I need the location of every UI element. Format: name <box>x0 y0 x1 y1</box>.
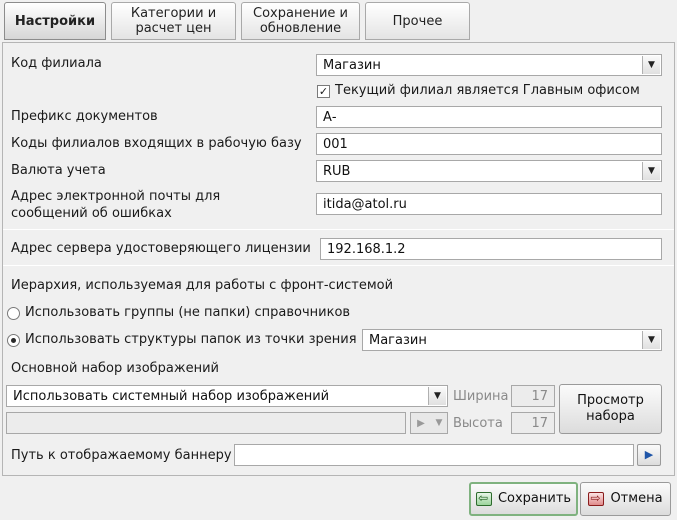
tab-label: Категории и расчет цен <box>130 6 217 36</box>
divider <box>3 229 674 230</box>
incoming-codes-value: 001 <box>323 136 348 152</box>
tab-other[interactable]: Прочее <box>365 2 470 40</box>
save-icon <box>475 490 492 506</box>
divider <box>3 265 674 266</box>
folders-view-select[interactable]: Магазин ▼ <box>362 329 662 351</box>
cancel-button[interactable]: Отмена <box>580 482 671 516</box>
branch-code-select[interactable]: Магазин ▼ <box>316 54 662 76</box>
doc-prefix-label: Префикс документов <box>11 109 158 124</box>
license-server-value: 192.168.1.2 <box>327 241 406 257</box>
currency-value: RUB <box>323 163 351 179</box>
radio-use-groups[interactable] <box>7 307 20 320</box>
save-button[interactable]: Сохранить <box>469 482 578 516</box>
play-arrow-icon: ▶ <box>417 417 425 429</box>
chevron-down-icon[interactable]: ▼ <box>428 387 446 405</box>
save-button-label: Сохранить <box>497 491 572 506</box>
currency-label: Валюта учета <box>11 163 106 178</box>
cancel-button-label: Отмена <box>610 491 663 506</box>
incoming-codes-label: Коды филиалов входящих в рабочую базу <box>11 136 302 151</box>
email-value: itida@atol.ru <box>323 196 407 212</box>
hierarchy-label: Иерархия, используемая для работы с фрон… <box>11 278 394 293</box>
radio-use-groups-label: Использовать группы (не папки) справочни… <box>25 305 351 320</box>
doc-prefix-input[interactable]: А- <box>316 106 662 128</box>
image-subset-select: ▶ ▼ <box>410 412 448 434</box>
preview-button-line1: Просмотр <box>577 393 644 408</box>
width-value: 17 <box>531 388 548 404</box>
email-label-line2: сообщений об ошибках <box>11 206 172 221</box>
height-value: 17 <box>531 415 548 431</box>
chevron-down-icon[interactable]: ▼ <box>642 331 660 349</box>
tab-categories-pricing[interactable]: Категории и расчет цен <box>111 2 236 40</box>
tab-saving-updating[interactable]: Сохранение и обновление <box>241 2 360 40</box>
banner-path-label: Путь к отображаемому баннеру <box>11 448 232 463</box>
tab-label: Прочее <box>392 13 443 29</box>
email-label-line1: Адрес электронной почты для <box>11 189 221 204</box>
incoming-codes-input[interactable]: 001 <box>316 133 662 155</box>
play-arrow-icon: ▶ <box>644 448 654 461</box>
height-input: 17 <box>511 412 555 434</box>
chevron-down-icon[interactable]: ▼ <box>642 56 660 74</box>
tab-label: Сохранение и обновление <box>253 6 348 36</box>
branch-code-label: Код филиала <box>11 56 102 71</box>
height-label: Высота <box>453 416 503 431</box>
license-server-label: Адрес сервера удостоверяющего лицензии <box>11 241 311 256</box>
doc-prefix-value: А- <box>323 109 337 125</box>
tab-label: Настройки <box>14 13 96 29</box>
banner-browse-button[interactable]: ▶ <box>637 444 661 466</box>
currency-select[interactable]: RUB ▼ <box>316 160 662 182</box>
radio-use-folders[interactable] <box>7 334 20 347</box>
width-input: 17 <box>511 385 555 407</box>
chevron-down-icon: ▼ <box>435 418 443 428</box>
image-set-value: Использовать системный набор изображений <box>13 388 330 404</box>
checkmark-icon: ✓ <box>318 85 329 98</box>
banner-path-input[interactable] <box>234 444 634 466</box>
image-set-label: Основной набор изображений <box>11 361 220 376</box>
folders-view-value: Магазин <box>369 332 427 348</box>
cancel-icon <box>588 490 605 506</box>
branch-code-value: Магазин <box>323 57 381 73</box>
main-office-checkbox[interactable]: ✓ <box>317 85 330 98</box>
tab-settings[interactable]: Настройки <box>4 2 106 40</box>
image-set-select[interactable]: Использовать системный набор изображений… <box>6 385 448 407</box>
email-input[interactable]: itida@atol.ru <box>316 193 662 215</box>
main-office-label: Текущий филиал является Главным офисом <box>335 83 640 98</box>
license-server-input[interactable]: 192.168.1.2 <box>320 238 662 260</box>
image-subset-field <box>6 412 406 434</box>
preview-button-line2: набора <box>586 409 635 424</box>
width-label: Ширина <box>453 389 509 404</box>
radio-use-folders-label: Использовать структуры папок из точки зр… <box>25 332 357 347</box>
preview-set-button[interactable]: Просмотр набора <box>559 384 662 434</box>
chevron-down-icon[interactable]: ▼ <box>642 162 660 180</box>
